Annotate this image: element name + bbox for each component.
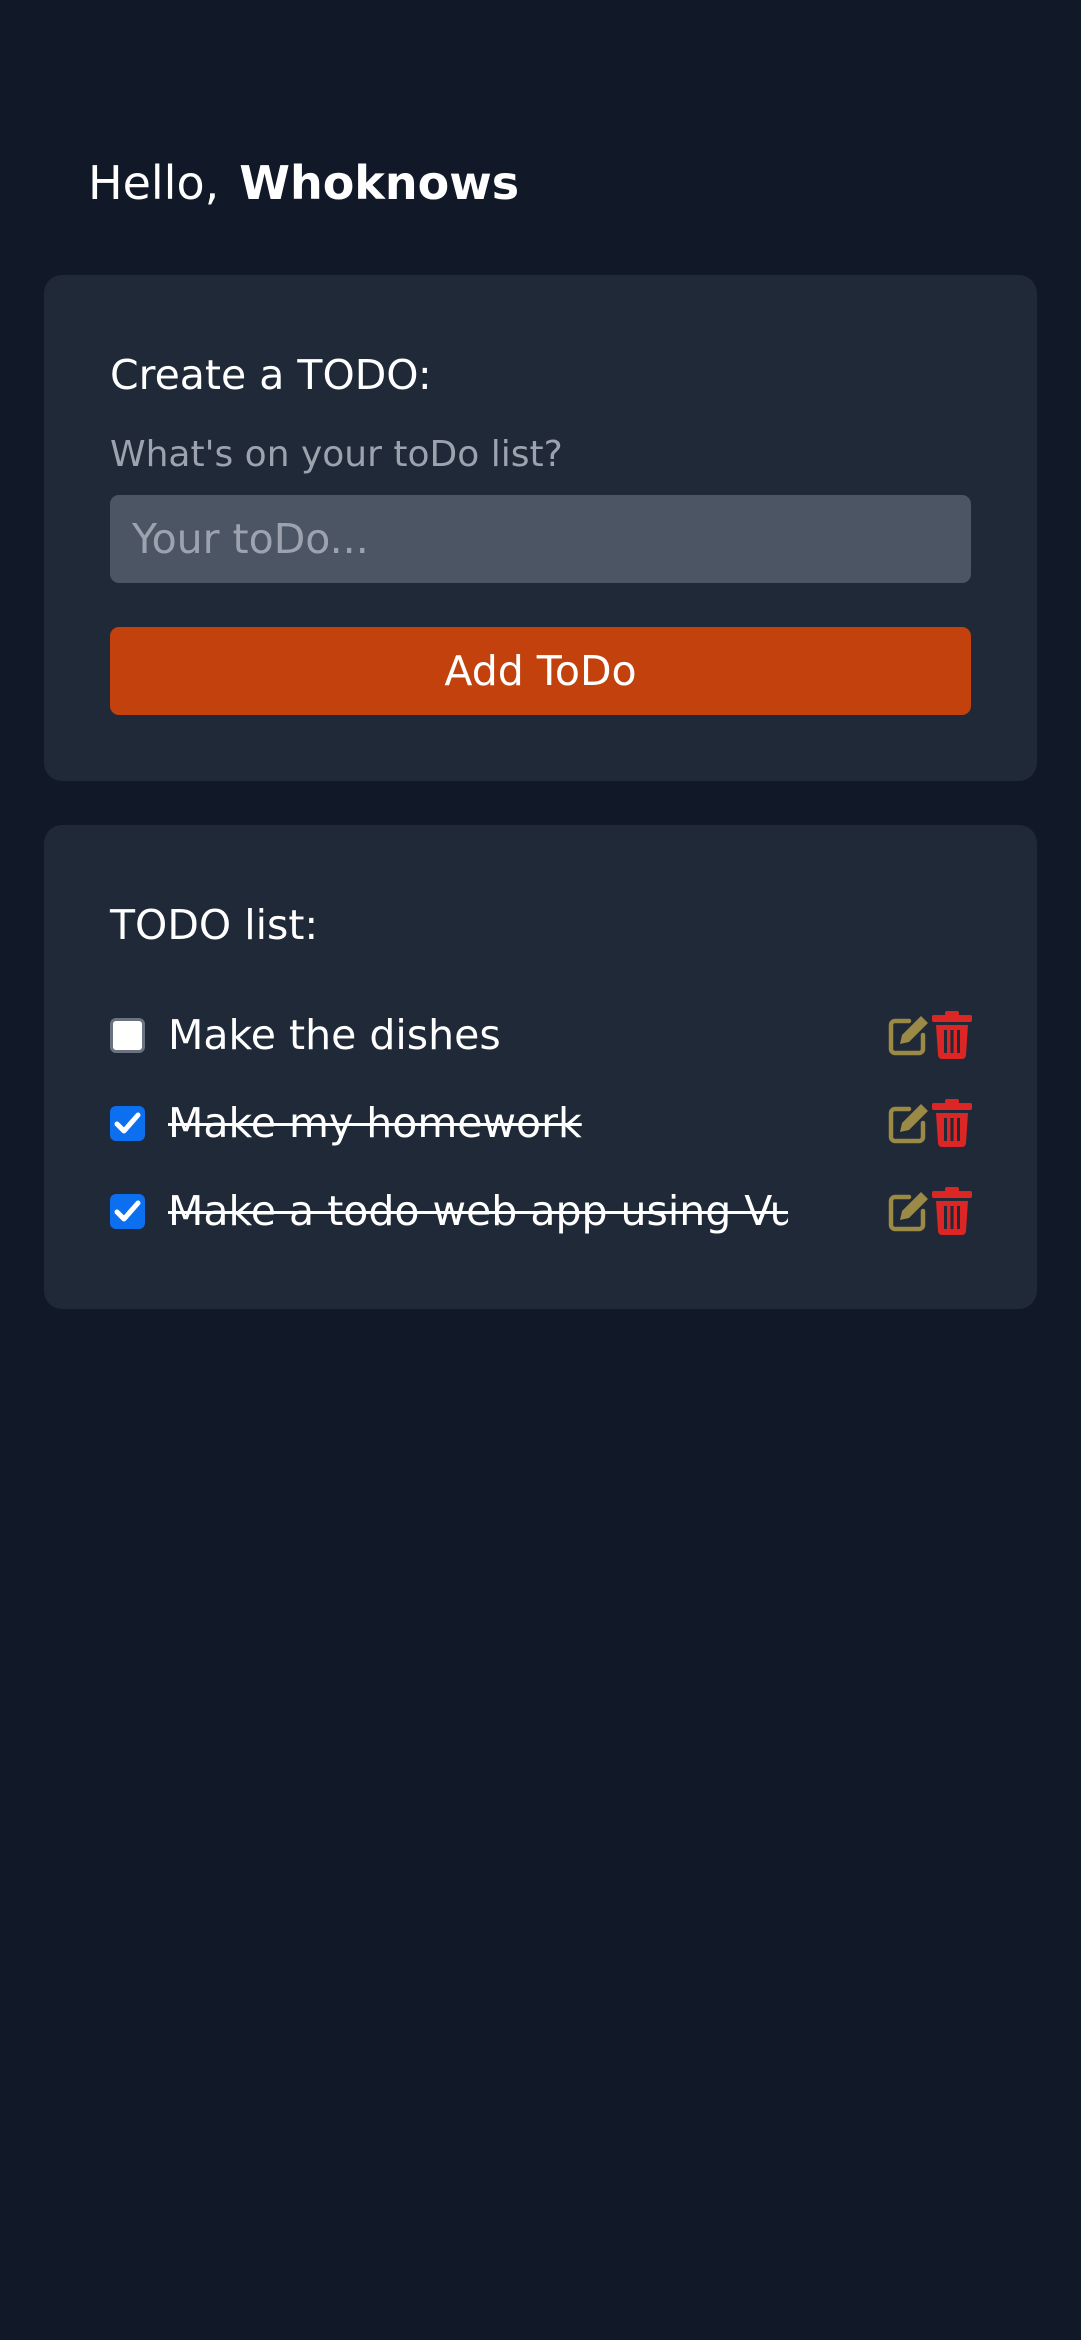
user-name: Whoknows [239, 156, 520, 210]
checkmark-icon [114, 1200, 141, 1222]
edit-icon[interactable] [885, 1101, 931, 1147]
edit-icon[interactable] [885, 1013, 931, 1059]
todo-checkbox[interactable] [110, 1194, 145, 1229]
trash-icon[interactable] [932, 1011, 972, 1059]
todo-checkbox[interactable] [110, 1018, 145, 1053]
todo-list-card: TODO list: Make the dishes Make my homew… [44, 825, 1037, 1309]
todo-item: Make the dishes [110, 1005, 972, 1065]
add-todo-button[interactable]: Add ToDo [110, 627, 971, 715]
todo-text: Make the dishes [168, 1011, 501, 1059]
create-todo-title: Create a TODO: [110, 351, 432, 399]
todo-checkbox[interactable] [110, 1106, 145, 1141]
greeting: Hello, Whoknows [88, 150, 519, 216]
trash-icon[interactable] [932, 1099, 972, 1147]
greeting-prefix: Hello, [88, 156, 220, 210]
todo-text: Make a todo web app using Vue [168, 1187, 788, 1235]
create-todo-card: Create a TODO: What's on your toDo list?… [44, 275, 1037, 781]
edit-icon[interactable] [885, 1189, 931, 1235]
checkmark-icon [114, 1112, 141, 1134]
todo-input[interactable] [110, 495, 971, 583]
todo-list-title: TODO list: [110, 901, 319, 949]
todo-item: Make a todo web app using Vue [110, 1181, 972, 1241]
todo-item: Make my homework [110, 1093, 972, 1153]
todo-text: Make my homework [168, 1099, 582, 1147]
todo-input-label: What's on your toDo list? [110, 434, 563, 475]
trash-icon[interactable] [932, 1187, 972, 1235]
